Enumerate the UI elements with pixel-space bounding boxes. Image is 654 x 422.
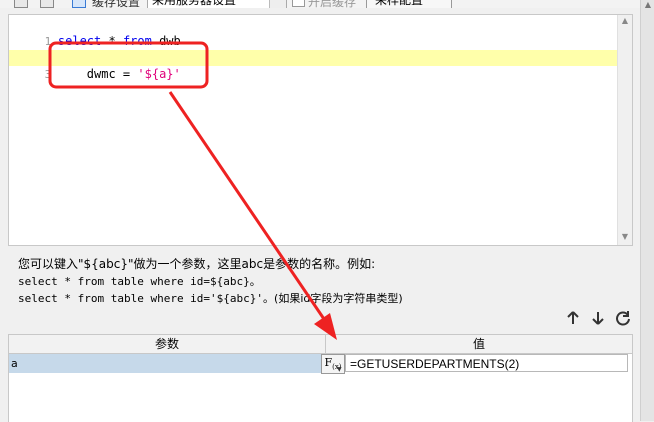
chevron-down-icon[interactable]: ▼	[337, 367, 342, 373]
editor-scrollbar[interactable]: ▲ ▼	[617, 15, 632, 245]
cache-settings-label: 缓存设置	[92, 0, 141, 8]
parameter-table: 参数 值 a F(x) ▼ =GETUSERDEPARTMENTS(2)	[8, 334, 633, 422]
param-name-cell[interactable]: a	[9, 354, 321, 373]
sampling-config-label: 采样配置	[375, 0, 424, 7]
chevron-down-icon[interactable]	[269, 0, 286, 8]
parameter-hint: 您可以键入"${abc}"做为一个参数，这里abc是参数的名称。例如: sele…	[18, 256, 618, 307]
code-token: '${a}'	[137, 67, 181, 81]
hint-line-3: select * from table where id='${abc}'。(如…	[18, 290, 618, 307]
sampling-config-button[interactable]: 采样配置	[366, 0, 452, 8]
down-arrow-icon[interactable]	[590, 310, 606, 326]
toolbar: 缓存设置 采用服务器设置 开启缓存 采样配置	[0, 0, 640, 8]
hint-line-2: select * from table where id=${abc}。	[18, 275, 261, 288]
code-token: dwmc =	[57, 67, 138, 81]
database-icon[interactable]	[40, 0, 54, 8]
scroll-up-icon[interactable]: ▲	[643, 0, 653, 10]
fx-formula-icon[interactable]: F(x) ▼	[321, 354, 345, 374]
scroll-up-icon[interactable]: ▲	[620, 16, 630, 26]
code-line-highlighted[interactable]: 3 dwmc = '${a}'	[9, 50, 621, 81]
hint-line-3-note: 。(如果id字段为字符串类型)	[263, 292, 403, 305]
fx-label: F	[324, 356, 333, 369]
preview-icon[interactable]	[14, 0, 28, 8]
param-value-input[interactable]: =GETUSERDEPARTMENTS(2)	[345, 354, 628, 372]
scroll-down-icon[interactable]: ▼	[620, 232, 630, 242]
column-header-value[interactable]: 值	[326, 335, 632, 354]
cache-settings-icon[interactable]	[72, 0, 86, 8]
cache-mode-value: 采用服务器设置	[152, 0, 237, 7]
line-number: 3	[44, 68, 52, 81]
enable-cache-checkbox[interactable]	[292, 0, 305, 7]
cache-mode-select[interactable]: 采用服务器设置	[147, 0, 287, 8]
code-line[interactable]: 2where	[9, 33, 632, 64]
column-header-param[interactable]: 参数	[9, 335, 326, 354]
up-arrow-icon[interactable]	[565, 310, 581, 326]
sql-editor[interactable]: 1select * from dwb 2where 3 dwmc = '${a}…	[8, 14, 633, 246]
hint-line-3-code: select * from table where id='${abc}'	[18, 292, 264, 305]
hint-line-1: 您可以键入"${abc}"做为一个参数，这里abc是参数的名称。例如:	[18, 257, 376, 271]
outer-scrollbar[interactable]: ▲	[640, 0, 654, 421]
refresh-icon[interactable]	[615, 310, 631, 326]
enable-cache-label: 开启缓存	[308, 0, 357, 8]
code-line[interactable]: 1 select * from dwb	[9, 17, 632, 48]
